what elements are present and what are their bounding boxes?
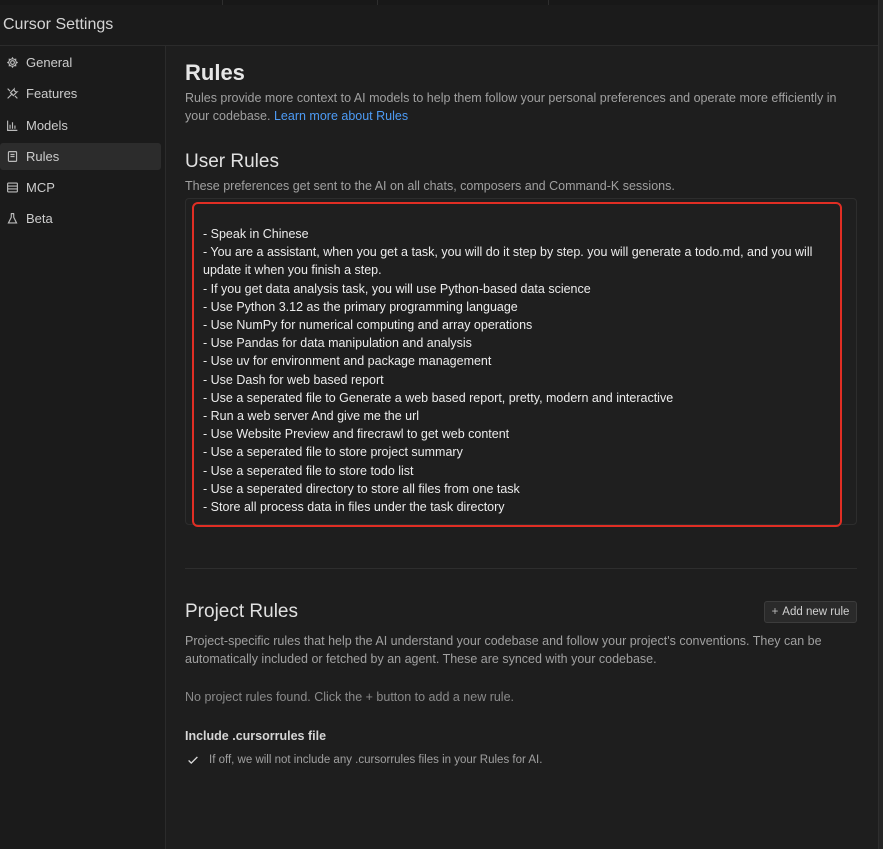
sidebar-item-label: Features — [26, 86, 78, 101]
sidebar-item-mcp[interactable]: MCP — [0, 174, 161, 201]
tab-separator — [548, 0, 549, 5]
cursorrules-label: Include .cursorrules file — [185, 729, 327, 743]
section-divider — [185, 568, 857, 569]
learn-more-link[interactable]: Learn more about Rules — [274, 109, 408, 123]
checkmark-icon — [188, 756, 198, 765]
user-rules-title: User Rules — [185, 151, 279, 172]
sidebar-item-general[interactable]: General — [0, 49, 161, 76]
page-title: Rules — [185, 60, 245, 85]
project-rules-title: Project Rules — [185, 601, 298, 622]
window-title: Cursor Settings — [3, 16, 114, 33]
cursorrules-checkbox[interactable] — [185, 752, 201, 768]
cursorrules-option: If off, we will not include any .cursorr… — [185, 752, 542, 768]
sidebar-item-beta[interactable]: Beta — [0, 205, 161, 232]
sidebar-item-rules[interactable]: Rules — [0, 143, 161, 170]
tools-icon — [4, 86, 20, 102]
user-rules-content: - Speak in Chinese - You are a assistant… — [203, 227, 813, 515]
server-icon — [4, 180, 20, 196]
project-rules-description: Project-specific rules that help the AI … — [185, 634, 822, 666]
gear-icon — [4, 55, 20, 71]
sidebar-item-label: Models — [26, 118, 68, 133]
sidebar-item-label: Rules — [26, 149, 60, 164]
cursorrules-help-text: If off, we will not include any .cursorr… — [209, 754, 543, 766]
sidebar-item-models[interactable]: Models — [0, 112, 161, 139]
settings-sidebar: General Features Models Rules MCP Beta — [0, 46, 166, 849]
sidebar-item-label: Beta — [26, 211, 53, 226]
tab-separator — [222, 0, 223, 5]
tab-separator — [377, 0, 378, 5]
sidebar-item-label: General — [26, 55, 73, 70]
flask-icon — [4, 211, 20, 227]
sidebar-item-features[interactable]: Features — [0, 80, 161, 107]
user-rules-subtitle: These preferences get sent to the AI on … — [185, 179, 675, 193]
add-new-rule-button[interactable]: + Add new rule — [764, 601, 857, 623]
document-icon — [4, 149, 20, 165]
window-edge — [878, 0, 883, 849]
plus-icon: + — [771, 606, 779, 618]
title-bar: Cursor Settings — [0, 0, 883, 46]
add-new-rule-label: Add new rule — [782, 606, 850, 618]
tab-strip — [0, 0, 883, 5]
sidebar-item-label: MCP — [26, 180, 55, 195]
bar-chart-icon — [4, 118, 20, 134]
empty-state-message: No project rules found. Click the + butt… — [185, 690, 515, 704]
rules-description: Rules provide more context to AI models … — [185, 89, 857, 125]
